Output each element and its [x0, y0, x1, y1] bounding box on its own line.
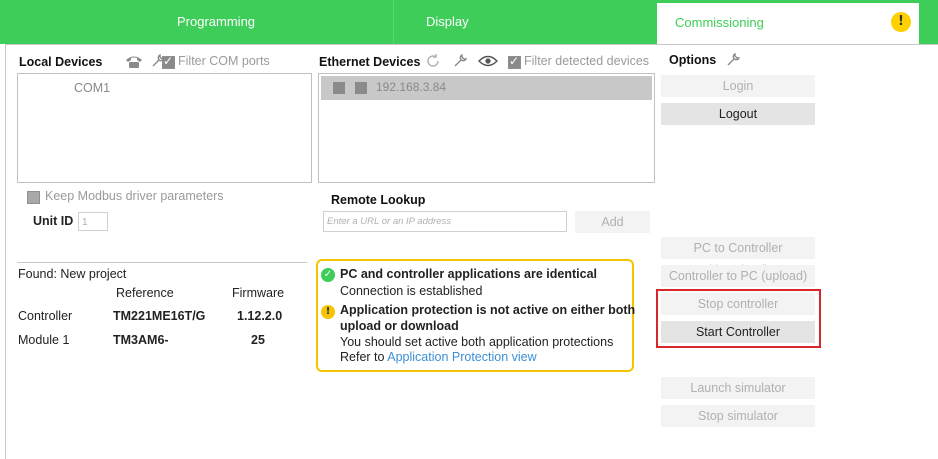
controller-to-pc-button[interactable]: Controller to PC (upload)	[661, 265, 815, 287]
filter-detected-devices-label: Filter detected devices	[524, 54, 650, 68]
found-title: Found: New project	[18, 267, 127, 281]
launch-simulator-button[interactable]: Launch simulator	[661, 377, 815, 399]
options-title: Options	[669, 53, 717, 67]
top-tab-bar: Programming Display Commissioning !	[0, 0, 938, 44]
refer-message: Refer to Application Protection view	[340, 350, 537, 364]
found-row-name: Module 1	[18, 333, 70, 347]
check-circle-icon: ✓	[321, 268, 335, 282]
tab-display[interactable]: Display	[393, 0, 657, 44]
device-type-icon	[355, 82, 367, 94]
application-protection-link[interactable]: Application Protection view	[387, 350, 536, 364]
tab-commissioning[interactable]: Commissioning	[657, 0, 919, 44]
ethernet-devices-title: Ethernet Devices	[319, 55, 421, 69]
add-button[interactable]: Add	[575, 211, 650, 233]
logout-button[interactable]: Logout	[661, 103, 815, 125]
warning-icon[interactable]: !	[891, 12, 911, 32]
ethernet-devices-list[interactable]: 192.168.3.84	[318, 73, 655, 183]
wrench-icon[interactable]	[452, 53, 468, 69]
list-item[interactable]: COM1	[74, 81, 110, 95]
device-checkbox[interactable]	[333, 82, 345, 94]
found-row-firmware: 1.12.2.0	[237, 309, 283, 323]
keep-modbus-label: Keep Modbus driver parameters	[45, 189, 224, 203]
divider	[17, 262, 307, 263]
refer-prefix: Refer to	[340, 350, 388, 364]
remote-lookup-input[interactable]: Enter a URL or an IP address	[323, 211, 567, 232]
tab-bar-end	[919, 0, 938, 44]
highlight-annotation	[656, 289, 821, 348]
found-row-reference: TM3AM6-	[113, 333, 169, 347]
eye-icon[interactable]	[478, 54, 498, 68]
remote-lookup-title: Remote Lookup	[331, 193, 426, 207]
unit-id-input[interactable]: 1	[78, 212, 108, 231]
refresh-icon[interactable]	[425, 53, 441, 69]
pc-to-controller-button[interactable]: PC to Controller (download)	[661, 237, 815, 277]
identical-message: PC and controller applications are ident…	[340, 267, 598, 281]
reference-header: Reference	[116, 286, 174, 300]
tab-programming[interactable]: Programming	[0, 0, 393, 44]
filter-detected-devices-checkbox[interactable]	[508, 54, 521, 69]
wrench-icon[interactable]	[725, 52, 741, 68]
filter-com-ports-label: Filter COM ports	[178, 54, 270, 68]
filter-com-ports-checkbox[interactable]	[162, 54, 175, 69]
found-row-name: Controller	[18, 309, 73, 323]
device-ip-label: 192.168.3.84	[376, 80, 447, 94]
stop-simulator-button[interactable]: Stop simulator	[661, 405, 815, 427]
found-row-reference: TM221ME16T/G	[113, 309, 206, 323]
protection-message-line1: Application protection is not active on …	[340, 303, 636, 317]
advice-message: You should set active both application p…	[340, 335, 614, 349]
warning-circle-icon: !	[321, 305, 335, 319]
phone-icon[interactable]	[124, 54, 144, 70]
connection-message: Connection is established	[340, 284, 483, 298]
local-devices-list[interactable]: COM1	[17, 73, 312, 183]
keep-modbus-checkbox[interactable]	[27, 191, 40, 204]
firmware-header: Firmware	[232, 286, 285, 300]
login-button[interactable]: Login	[661, 75, 815, 97]
list-item[interactable]: 192.168.3.84	[321, 76, 652, 100]
found-row-firmware: 25	[251, 333, 265, 347]
local-devices-title: Local Devices	[19, 55, 103, 69]
protection-message-line2: upload or download	[340, 319, 459, 333]
unit-id-label: Unit ID	[33, 214, 74, 228]
